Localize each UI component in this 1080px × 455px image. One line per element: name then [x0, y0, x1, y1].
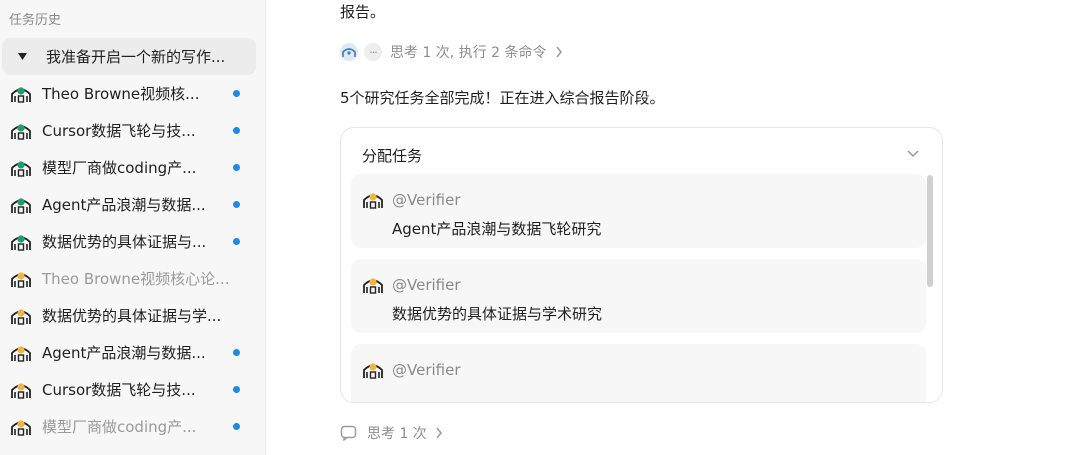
sidebar-item-label: Agent产品浪潮与数据...	[42, 196, 206, 214]
sidebar-item-label: 我准备开启一个新的写作...	[46, 48, 226, 66]
unread-dot	[233, 238, 240, 245]
agent-yellow-icon	[362, 360, 384, 380]
agent-yellow-icon	[10, 380, 32, 400]
sidebar-item[interactable]: 数据优势的具体证据与...	[2, 223, 256, 260]
agent-yellow-icon	[10, 269, 32, 289]
agent-yellow-icon	[362, 275, 384, 295]
sidebar-item[interactable]: 数据优势的具体证据与学...	[2, 297, 256, 334]
sidebar-item-label: Agent产品浪潮与数据...	[42, 344, 206, 362]
sidebar-item[interactable]: Theo Browne视频核...	[2, 75, 256, 112]
sidebar-item-label: 模型厂商做coding产...	[42, 418, 197, 436]
card-title: 分配任务	[362, 147, 423, 165]
sidebar-item[interactable]: Cursor数据飞轮与技...	[2, 371, 256, 408]
sidebar-item-label: 数据优势的具体证据与...	[42, 233, 207, 251]
unread-dot	[233, 423, 240, 430]
task-item[interactable]: @Verifier	[351, 344, 926, 402]
sidebar-heading: 任务历史	[9, 13, 62, 28]
agent-green-icon	[10, 158, 32, 178]
task-assignee: @Verifier	[392, 276, 461, 294]
sidebar-item-label: 数据优势的具体证据与学...	[42, 307, 222, 325]
task-description: 数据优势的具体证据与学术研究	[392, 305, 603, 323]
sidebar-item[interactable]: Agent产品浪潮与数据...	[2, 186, 256, 223]
sidebar-item[interactable]: Theo Browne视频核心论...	[2, 260, 256, 297]
status-message: 5个研究任务全部完成！正在进入综合报告阶段。	[340, 89, 665, 107]
agent-green-icon	[10, 232, 32, 252]
unread-dot	[233, 90, 240, 97]
task-item[interactable]: @Verifier 数据优势的具体证据与学术研究	[351, 259, 926, 333]
sidebar-item[interactable]: 模型厂商做coding产...	[2, 149, 256, 186]
task-description: Agent产品浪潮与数据飞轮研究	[392, 220, 602, 238]
sidebar: 任务历史 我准备开启一个新的写作... Theo Browne视频核... Curs…	[0, 0, 266, 455]
thought-bubble-icon	[340, 425, 357, 441]
task-assignee: @Verifier	[392, 191, 461, 209]
message-fragment: 报告。	[340, 3, 386, 21]
task-list: @Verifier Agent产品浪潮与数据飞轮研究 @Verifier 数据优势的具…	[351, 174, 926, 402]
assign-tasks-card: 分配任务 @Verifier Agent产品浪潮与数据飞轮研究 @Verifier 数…	[340, 127, 943, 403]
sidebar-item[interactable]: 模型厂商做coding产...	[2, 408, 256, 445]
agent-yellow-icon	[10, 417, 32, 437]
think-summary-2-text: 思考 1 次	[367, 426, 427, 442]
sidebar-item-label: Cursor数据飞轮与技...	[42, 122, 196, 140]
unread-dot	[233, 201, 240, 208]
agent-yellow-icon	[10, 343, 32, 363]
unread-dot	[233, 386, 240, 393]
chevron-right-icon	[436, 427, 442, 439]
main-content: 报告。 ··· 思考 1 次, 执行 2 条命令 5个研究任务全部完成！正在进入…	[266, 0, 1080, 455]
chevron-right-icon	[555, 46, 562, 58]
chevron-down-icon[interactable]	[906, 148, 920, 158]
agent-avatar-icon	[340, 43, 358, 61]
agent-green-icon	[10, 121, 32, 141]
caret-down-icon[interactable]	[14, 49, 30, 65]
unread-dot	[233, 164, 240, 171]
agent-yellow-icon	[10, 306, 32, 326]
task-item[interactable]: @Verifier Agent产品浪潮与数据飞轮研究	[351, 174, 926, 248]
task-history-list: 我准备开启一个新的写作... Theo Browne视频核... Cursor数据飞…	[0, 38, 265, 445]
sidebar-item-label: Theo Browne视频核...	[42, 85, 200, 103]
agent-green-icon	[10, 195, 32, 215]
agent-yellow-icon	[362, 190, 384, 210]
think-summary[interactable]: ··· 思考 1 次, 执行 2 条命令	[340, 42, 563, 62]
unread-dot	[233, 349, 240, 356]
task-assignee: @Verifier	[392, 361, 461, 379]
unread-dot	[233, 127, 240, 134]
sidebar-item[interactable]: Agent产品浪潮与数据...	[2, 334, 256, 371]
sidebar-item-label: Theo Browne视频核心论...	[42, 270, 230, 288]
agent-green-icon	[10, 84, 32, 104]
sidebar-item[interactable]: 我准备开启一个新的写作...	[2, 38, 256, 75]
sidebar-item[interactable]: Cursor数据飞轮与技...	[2, 112, 256, 149]
scrollbar[interactable]	[927, 175, 933, 287]
think-summary-2[interactable]: 思考 1 次	[340, 423, 443, 443]
sidebar-item-label: Cursor数据飞轮与技...	[42, 381, 196, 399]
sidebar-item-label: 模型厂商做coding产...	[42, 159, 197, 177]
more-icon[interactable]: ···	[364, 43, 382, 61]
think-summary-text: 思考 1 次, 执行 2 条命令	[390, 45, 547, 61]
